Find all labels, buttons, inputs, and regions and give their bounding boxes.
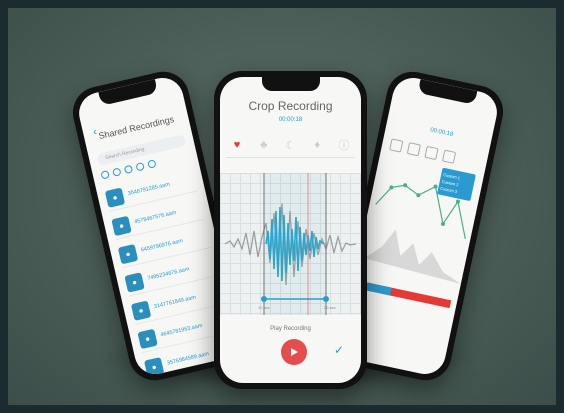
crop-recording-title: Crop Recording [248,99,333,113]
avatar: ● [104,186,126,208]
heart-icon[interactable]: ♥ [226,135,248,155]
left-notch [98,79,159,106]
effects-toolbar: ♥ ♣ ☾ ♦ ⓘ [226,135,355,158]
marker-left-label: 10 sec [258,305,270,310]
play-button[interactable] [281,339,307,365]
avatar: ● [117,243,139,264]
waveform-area[interactable] [220,173,361,315]
avatar: ● [124,271,145,293]
play-recording-label: Play Recording [270,326,311,332]
waveform [224,173,357,315]
center-notch [261,77,320,91]
mic-icon[interactable]: ♦ [306,135,328,155]
play-icon [291,348,298,356]
right-time: 00:00:18 [429,127,454,139]
recording-number: 3546791285.aam [127,181,171,198]
filter-radio[interactable] [111,167,122,177]
tool-icon[interactable] [406,142,421,157]
recording-number: 7495234676.aam [146,266,191,282]
lungs-icon[interactable]: ♣ [253,135,275,155]
avatar: ● [111,215,132,236]
center-phone: Crop Recording 00:00:18 ♥ ♣ ☾ ♦ ⓘ 10 sec… [214,71,367,389]
filter-radio[interactable] [147,159,157,169]
tool-icon[interactable] [389,138,404,153]
recording-number: 3576984589.aam [166,351,210,367]
filter-radio[interactable] [123,164,134,175]
moon-icon[interactable]: ☾ [280,135,302,155]
recording-number: 4578467576.aam [133,209,177,226]
check-icon[interactable]: ✓ [334,343,344,357]
avatar: ● [143,356,165,377]
tool-icon[interactable] [424,145,439,161]
marker-right-label: 20 sec [324,305,336,310]
tool-icon[interactable] [441,149,457,164]
center-screen: Crop Recording 00:00:18 ♥ ♣ ☾ ♦ ⓘ 10 sec… [220,77,361,383]
right-notch [417,79,478,105]
info-icon[interactable]: ⓘ [333,135,355,155]
recording-number: 3147761849.aam [153,294,197,311]
avatar: ● [137,328,158,349]
recording-number: 4645781963.aam [159,322,204,339]
filter-radio[interactable] [100,170,110,180]
avatar: ● [130,300,152,321]
filter-radio[interactable] [135,161,145,172]
showcase-stage: ‹ Shared Recordings Search Recording ● 35… [8,8,556,405]
recording-time: 00:00:18 [278,117,303,123]
recording-number: 6459796976.aam [140,238,184,254]
right-toolbar [389,138,480,168]
